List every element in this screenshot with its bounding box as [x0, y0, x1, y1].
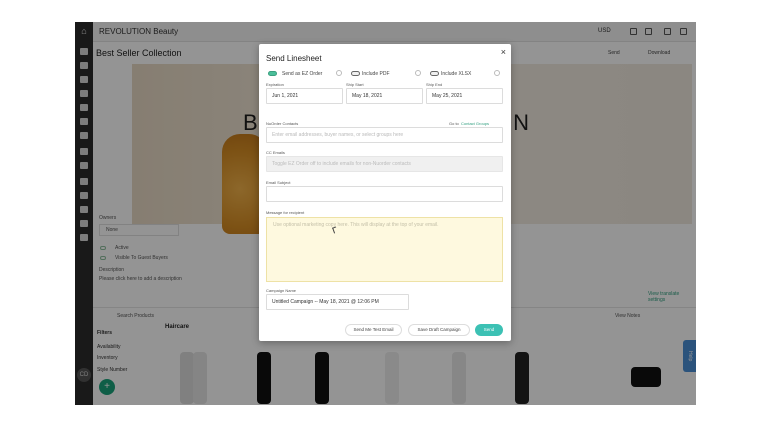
modal-title: Send Linesheet	[266, 54, 322, 63]
email-subject-label: Email Subject	[266, 180, 291, 185]
expiration-label: Expiration	[266, 82, 284, 87]
ship-end-label: Ship End	[426, 82, 443, 87]
include-xlsx-label: Include XLSX	[441, 71, 472, 77]
ship-end-field[interactable]: May 25, 2021	[426, 88, 503, 104]
contact-groups-link[interactable]: Contact Groups	[461, 121, 489, 126]
contacts-label: NuOrder Contacts	[266, 121, 299, 126]
cc-emails-input[interactable]: Toggle EZ Order off to include emails fo…	[266, 156, 503, 172]
app-window: ⌂ CD REVOLUTION Beauty USD Best Seller C…	[75, 22, 696, 405]
contacts-link-prefix: Go to	[449, 121, 459, 126]
send-linesheet-modal: Send Linesheet × Send as EZ Order Includ…	[259, 44, 511, 341]
message-label: Message for recipient	[266, 210, 305, 215]
save-draft-button[interactable]: Save Draft Campaign	[408, 324, 470, 336]
include-pdf-toggle[interactable]	[351, 71, 360, 76]
ship-start-label: Ship Start	[346, 82, 364, 87]
send-button[interactable]: Send	[475, 324, 503, 336]
email-subject-input[interactable]	[266, 186, 503, 202]
info-icon[interactable]	[415, 70, 421, 76]
close-icon[interactable]: ×	[501, 47, 506, 57]
ez-order-toggle[interactable]	[268, 71, 277, 76]
contacts-input[interactable]: Enter email addresses, buyer names, or s…	[266, 127, 503, 143]
include-xlsx-toggle[interactable]	[430, 71, 439, 76]
info-icon[interactable]	[336, 70, 342, 76]
info-icon[interactable]	[494, 70, 500, 76]
ez-order-label: Send as EZ Order	[282, 71, 323, 77]
include-pdf-label: Include PDF	[362, 71, 390, 77]
expiration-field[interactable]: Jun 1, 2021	[266, 88, 343, 104]
cc-emails-label: CC Emails	[266, 150, 285, 155]
campaign-name-label: Campaign Name	[266, 288, 297, 293]
ship-start-field[interactable]: May 18, 2021	[346, 88, 423, 104]
message-textarea[interactable]: Use optional marketing copy here. This w…	[266, 217, 503, 282]
send-test-email-button[interactable]: Send Me Test Email	[345, 324, 402, 336]
campaign-name-input[interactable]: Untitled Campaign -- May 18, 2021 @ 12:0…	[266, 294, 409, 310]
